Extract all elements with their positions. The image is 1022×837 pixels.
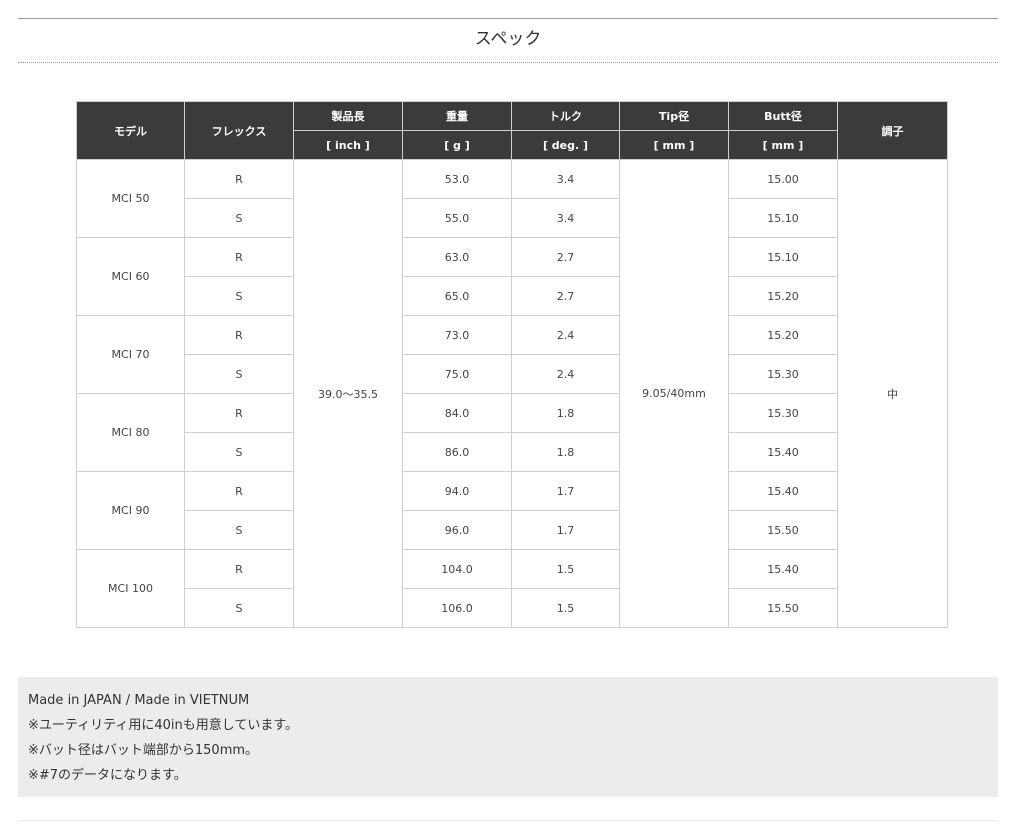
header-tip: Tip径: [619, 101, 729, 131]
flex-cell: R: [184, 315, 294, 355]
kick-cell: 中: [837, 159, 948, 628]
torque-cell: 3.4: [511, 159, 620, 199]
header-weight: 重量: [402, 101, 512, 131]
weight-cell: 75.0: [402, 354, 512, 394]
torque-cell: 1.7: [511, 471, 620, 511]
butt-cell: 15.20: [728, 315, 838, 355]
butt-cell: 15.30: [728, 354, 838, 394]
torque-cell: 2.7: [511, 237, 620, 277]
weight-cell: 55.0: [402, 198, 512, 238]
table-row: S 75.0 2.4 15.30: [77, 354, 948, 394]
table-row: S 86.0 1.8 15.40: [77, 432, 948, 472]
butt-cell: 15.20: [728, 276, 838, 316]
header-length: 製品長: [293, 101, 403, 131]
butt-cell: 15.50: [728, 588, 838, 628]
flex-cell: S: [184, 432, 294, 472]
flex-cell: S: [184, 588, 294, 628]
bottom-divider: [18, 820, 998, 821]
header-torque: トルク: [511, 101, 620, 131]
table-row: S 65.0 2.7 15.20: [77, 276, 948, 316]
torque-cell: 1.5: [511, 549, 620, 589]
torque-cell: 3.4: [511, 198, 620, 238]
table-row: MCI 70 R 73.0 2.4 15.20: [76, 315, 948, 394]
note-data-source: ※#7のデータになります。: [28, 768, 187, 783]
weight-cell: 65.0: [402, 276, 512, 316]
length-cell: 39.0～35.5: [293, 159, 403, 628]
butt-cell: 15.10: [728, 198, 838, 238]
table-row: MCI 50 R 39.0～35.5 53.0 3.4 9.05/40mm 15…: [76, 159, 948, 628]
weight-cell: 94.0: [402, 471, 512, 511]
table-row: MCI 100 R 104.0 1.5 15.40: [76, 549, 948, 628]
model-cell: MCI 50: [76, 159, 185, 238]
table-row: MCI 90 R 94.0 1.7 15.40: [76, 471, 948, 550]
header-model: モデル: [76, 101, 185, 160]
butt-cell: 15.10: [728, 237, 838, 277]
butt-cell: 15.40: [728, 549, 838, 589]
header-kick: 調子: [837, 101, 948, 160]
weight-cell: 73.0: [402, 315, 512, 355]
unit-tip: [ mm ]: [619, 130, 729, 160]
model-cell: MCI 100: [76, 549, 185, 628]
torque-cell: 1.8: [511, 432, 620, 472]
notes-box: Made in JAPAN / Made in VIETNUM ※ユーティリティ…: [18, 677, 998, 797]
table-row: MCI 60 R 63.0 2.7 15.10: [76, 237, 948, 316]
torque-cell: 1.8: [511, 393, 620, 433]
table-row: S 55.0 3.4 15.10: [77, 198, 948, 238]
butt-cell: 15.30: [728, 393, 838, 433]
model-cell: MCI 80: [76, 393, 185, 472]
butt-cell: 15.40: [728, 432, 838, 472]
model-cell: MCI 70: [76, 315, 185, 394]
table-row: MCI 80 R 84.0 1.8 15.30: [76, 393, 948, 472]
flex-cell: R: [184, 471, 294, 511]
note-origin: Made in JAPAN / Made in VIETNUM: [28, 693, 250, 708]
weight-cell: 84.0: [402, 393, 512, 433]
weight-cell: 104.0: [402, 549, 512, 589]
torque-cell: 1.5: [511, 588, 620, 628]
weight-cell: 86.0: [402, 432, 512, 472]
weight-cell: 106.0: [402, 588, 512, 628]
flex-cell: R: [184, 393, 294, 433]
flex-cell: R: [184, 237, 294, 277]
unit-torque: [ deg. ]: [511, 130, 620, 160]
table-row: S 106.0 1.5 15.50: [77, 588, 948, 628]
model-cell: MCI 90: [76, 471, 185, 550]
note-utility: ※ユーティリティ用に40inも用意しています。: [28, 718, 299, 733]
top-divider: [18, 18, 998, 19]
butt-cell: 15.00: [728, 159, 838, 199]
table-row: S 96.0 1.7 15.50: [77, 510, 948, 550]
header-butt: Butt径: [728, 101, 838, 131]
unit-weight: [ g ]: [402, 130, 512, 160]
butt-cell: 15.40: [728, 471, 838, 511]
header-flex: フレックス: [184, 101, 294, 160]
flex-cell: R: [184, 159, 294, 199]
unit-butt: [ mm ]: [728, 130, 838, 160]
unit-length: [ inch ]: [293, 130, 403, 160]
flex-cell: S: [184, 510, 294, 550]
spec-table: モデル フレックス 製品長 重量 トルク Tip径 Butt径 調子 [ inc…: [76, 101, 948, 628]
torque-cell: 2.7: [511, 276, 620, 316]
weight-cell: 96.0: [402, 510, 512, 550]
note-butt-diameter: ※バット径はバット端部から150mm。: [28, 743, 259, 758]
flex-cell: R: [184, 549, 294, 589]
model-cell: MCI 60: [76, 237, 185, 316]
butt-cell: 15.50: [728, 510, 838, 550]
flex-cell: S: [184, 198, 294, 238]
section-title: スペック: [474, 29, 542, 49]
flex-cell: S: [184, 354, 294, 394]
torque-cell: 2.4: [511, 315, 620, 355]
torque-cell: 2.4: [511, 354, 620, 394]
torque-cell: 1.7: [511, 510, 620, 550]
dotted-divider: [18, 62, 998, 63]
weight-cell: 63.0: [402, 237, 512, 277]
tip-cell: 9.05/40mm: [619, 159, 729, 628]
weight-cell: 53.0: [402, 159, 512, 199]
flex-cell: S: [184, 276, 294, 316]
